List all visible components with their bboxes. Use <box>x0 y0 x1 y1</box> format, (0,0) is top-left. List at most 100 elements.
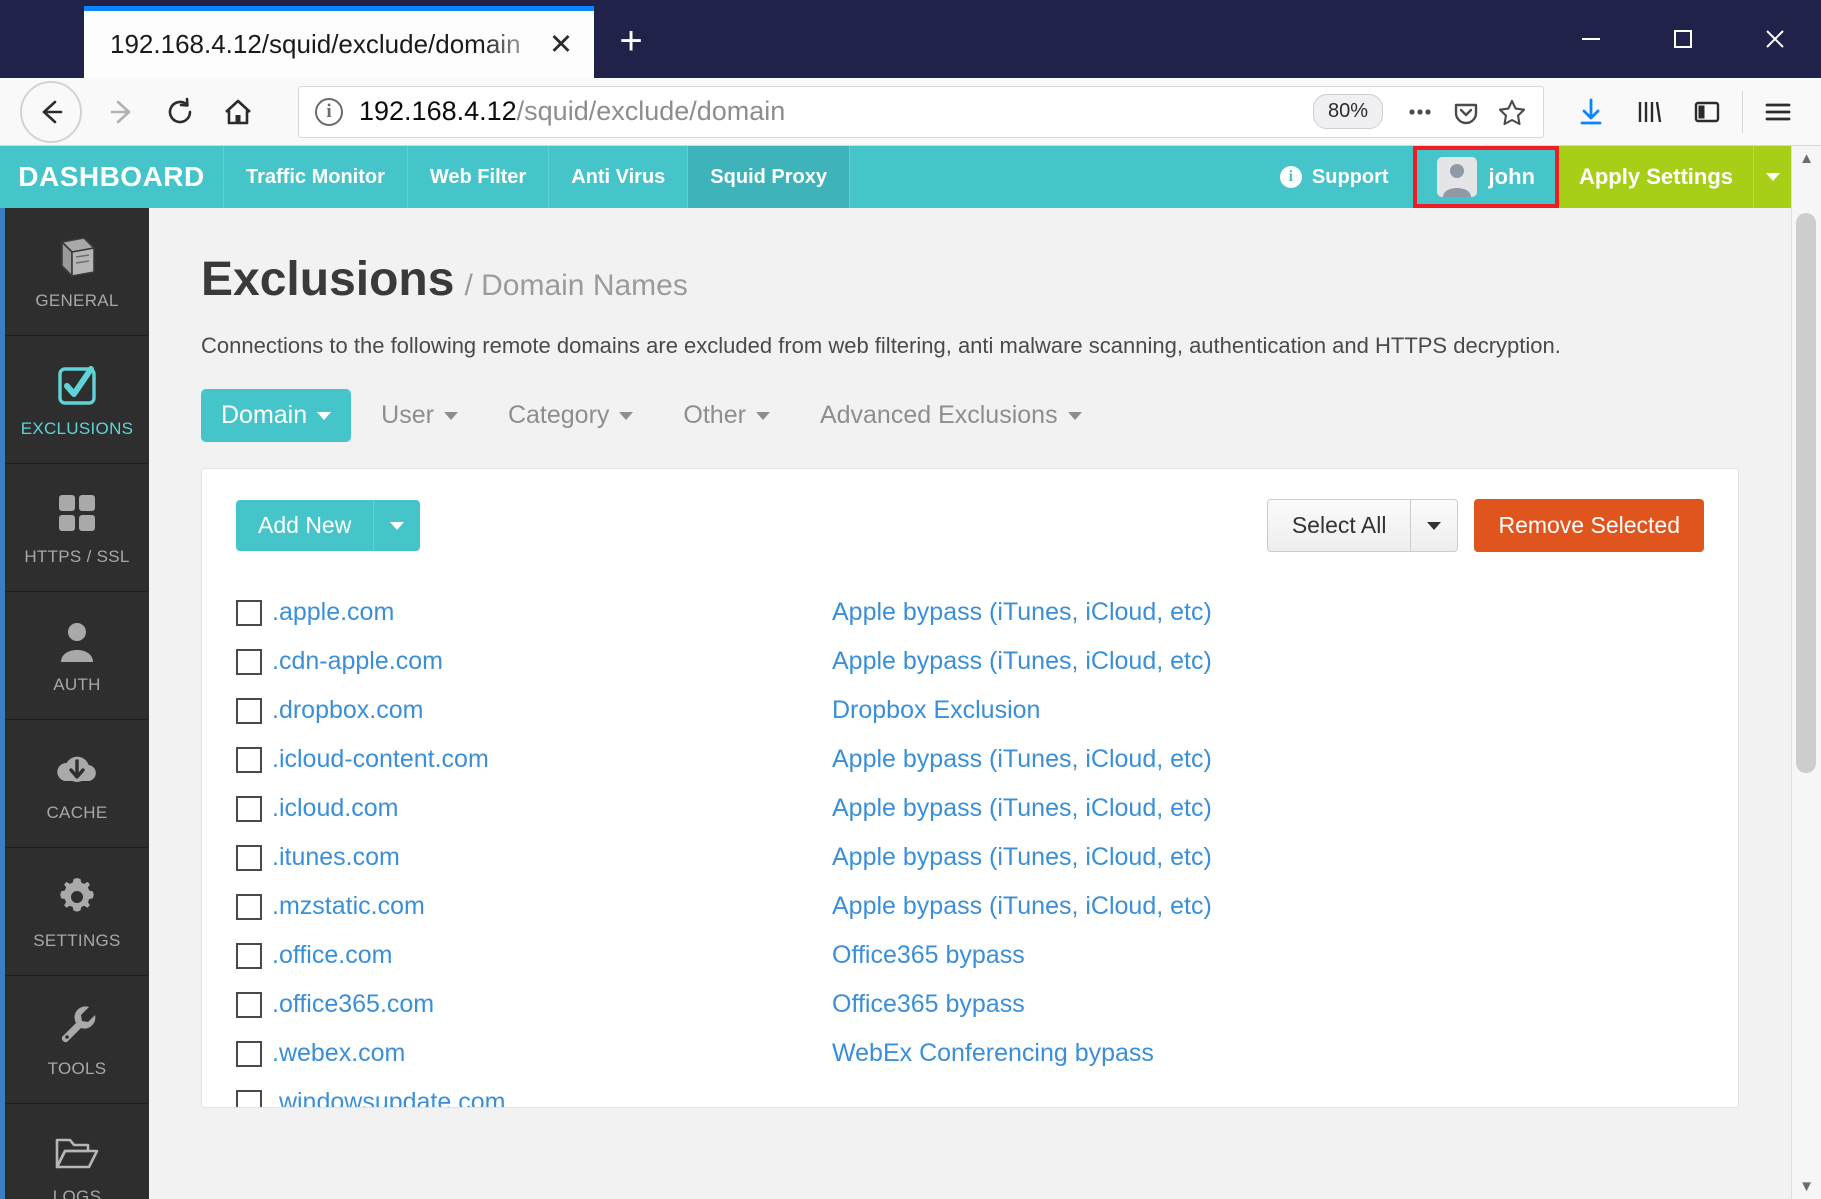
scrollbar-track[interactable] <box>1792 167 1821 1178</box>
hamburger-menu-icon[interactable] <box>1749 86 1807 138</box>
table-row: .apple.com Apple bypass (iTunes, iCloud, … <box>236 588 1704 637</box>
tab-domain[interactable]: Domain <box>201 389 352 442</box>
row-checkbox[interactable] <box>236 991 262 1018</box>
back-button-icon[interactable] <box>20 80 82 143</box>
nav-squid-proxy[interactable]: Squid Proxy <box>688 146 850 208</box>
site-info-icon[interactable]: i <box>315 97 343 126</box>
sidebar-item-settings[interactable]: SETTINGS <box>5 848 149 976</box>
row-checkbox[interactable] <box>236 844 262 871</box>
tab-advanced-exclusions[interactable]: Advanced Exclusions <box>800 389 1102 442</box>
row-domain-link[interactable]: .icloud.com <box>272 794 832 823</box>
user-menu[interactable]: john <box>1412 146 1559 208</box>
row-domain-link[interactable]: .windowsupdate.com <box>272 1088 832 1107</box>
row-description-link[interactable]: Apple bypass (iTunes, iCloud, etc) <box>832 647 1212 676</box>
row-domain-link[interactable]: .dropbox.com <box>272 696 832 725</box>
app-top-nav: DASHBOARD Traffic Monitor Web Filter Ant… <box>0 146 1791 208</box>
row-domain-link[interactable]: .itunes.com <box>272 843 832 872</box>
select-all-chevron-down-icon[interactable] <box>1411 499 1459 552</box>
support-link[interactable]: i Support <box>1256 146 1413 208</box>
row-domain-link[interactable]: .mzstatic.com <box>272 892 832 921</box>
row-domain-link[interactable]: .office.com <box>272 941 832 970</box>
browser-tab[interactable]: 192.168.4.12/squid/exclude/domain ✕ <box>84 6 594 78</box>
gear-icon <box>56 873 98 921</box>
sidebar-item-logs[interactable]: LOGS <box>5 1104 149 1199</box>
sidebar-item-tools[interactable]: TOOLS <box>5 976 149 1104</box>
row-description-link[interactable]: Apple bypass (iTunes, iCloud, etc) <box>832 843 1212 872</box>
row-description-link[interactable]: Apple bypass (iTunes, iCloud, etc) <box>832 745 1212 774</box>
row-domain-link[interactable]: .webex.com <box>272 1039 832 1068</box>
row-description-link[interactable]: Apple bypass (iTunes, iCloud, etc) <box>832 598 1212 627</box>
row-description-link[interactable]: Apple bypass (iTunes, iCloud, etc) <box>832 794 1212 823</box>
row-checkbox[interactable] <box>236 893 262 920</box>
brand-dashboard[interactable]: DASHBOARD <box>0 146 224 208</box>
library-icon[interactable] <box>1620 86 1678 138</box>
tab-other[interactable]: Other <box>663 389 790 442</box>
sidebar-item-cache[interactable]: CACHE <box>5 720 149 848</box>
page-heading: Exclusions / Domain Names <box>201 252 1739 307</box>
zoom-level-badge[interactable]: 80% <box>1312 94 1383 129</box>
new-tab-button[interactable]: + <box>600 10 662 72</box>
scrollbar-thumb[interactable] <box>1796 213 1816 773</box>
row-description-link[interactable]: Dropbox Exclusion <box>832 696 1040 725</box>
window-controls <box>1545 0 1821 78</box>
sidebar-label-settings: SETTINGS <box>33 930 121 950</box>
sidebar-label-auth: AUTH <box>53 674 101 694</box>
nav-anti-virus[interactable]: Anti Virus <box>549 146 689 208</box>
sidebar-item-https-ssl[interactable]: HTTPS / SSL <box>5 464 149 592</box>
sidebar-item-general[interactable]: GENERAL <box>5 208 149 336</box>
tab-category[interactable]: Category <box>488 389 653 442</box>
panel-toolbar: Add New Select All Remove Selected <box>236 499 1704 552</box>
tab-user-label: User <box>381 401 434 429</box>
row-description-link[interactable]: Office365 bypass <box>832 990 1025 1019</box>
forward-button-icon[interactable] <box>96 86 148 138</box>
sidebar-item-exclusions[interactable]: EXCLUSIONS <box>5 336 149 464</box>
reload-button-icon[interactable] <box>154 86 206 138</box>
chevron-down-icon <box>317 411 332 420</box>
row-domain-link[interactable]: .cdn-apple.com <box>272 647 832 676</box>
row-checkbox[interactable] <box>236 1089 262 1107</box>
maximize-icon[interactable] <box>1637 0 1729 78</box>
scroll-down-icon[interactable]: ▼ <box>1799 1178 1814 1195</box>
row-domain-link[interactable]: .icloud-content.com <box>272 745 832 774</box>
row-checkbox[interactable] <box>236 795 262 822</box>
select-all-button[interactable]: Select All <box>1266 499 1412 552</box>
tab-close-icon[interactable]: ✕ <box>542 26 580 64</box>
sidebar-item-auth[interactable]: AUTH <box>5 592 149 720</box>
row-description-link[interactable]: Office365 bypass <box>832 941 1025 970</box>
row-checkbox[interactable] <box>236 746 262 773</box>
table-row: .cdn-apple.com Apple bypass (iTunes, iClo… <box>236 637 1704 686</box>
pocket-icon[interactable] <box>1443 89 1489 135</box>
tab-user[interactable]: User <box>361 389 478 442</box>
grid-squares-icon <box>56 489 98 537</box>
nav-traffic-monitor[interactable]: Traffic Monitor <box>224 146 408 208</box>
row-checkbox[interactable] <box>236 942 262 969</box>
add-new-button[interactable]: Add New <box>236 500 374 551</box>
minimize-icon[interactable] <box>1545 0 1637 78</box>
row-domain-link[interactable]: .apple.com <box>272 598 832 627</box>
close-icon[interactable] <box>1729 0 1821 78</box>
apply-settings-button[interactable]: Apply Settings <box>1558 146 1753 208</box>
page-scrollbar[interactable]: ▲ ▼ <box>1791 146 1821 1199</box>
bookmark-star-icon[interactable] <box>1489 89 1535 135</box>
sidebar-toggle-icon[interactable] <box>1678 86 1736 138</box>
row-checkbox[interactable] <box>236 697 262 724</box>
row-checkbox[interactable] <box>236 599 262 626</box>
row-description-link[interactable]: Apple bypass (iTunes, iCloud, etc) <box>832 892 1212 921</box>
page-actions-icon[interactable] <box>1397 89 1443 135</box>
downloads-icon[interactable] <box>1562 86 1620 138</box>
row-description-link[interactable]: WebEx Conferencing bypass <box>832 1039 1154 1068</box>
apply-settings-chevron-down-icon[interactable] <box>1753 146 1791 208</box>
filter-tabs: Domain User Category Other Advanced Excl… <box>201 389 1739 442</box>
home-button-icon[interactable] <box>212 86 264 138</box>
url-bar[interactable]: i 192.168.4.12/squid/exclude/domain 80% <box>298 85 1544 138</box>
row-checkbox[interactable] <box>236 1040 262 1067</box>
nav-web-filter[interactable]: Web Filter <box>408 146 550 208</box>
row-domain-link[interactable]: .office365.com <box>272 990 832 1019</box>
remove-selected-button[interactable]: Remove Selected <box>1474 499 1704 552</box>
page-viewport: DASHBOARD Traffic Monitor Web Filter Ant… <box>0 146 1821 1199</box>
page-title: Exclusions <box>201 253 455 306</box>
add-new-chevron-down-icon[interactable] <box>373 500 421 551</box>
row-checkbox[interactable] <box>236 648 262 675</box>
scroll-up-icon[interactable]: ▲ <box>1799 150 1814 167</box>
exclusions-list: .apple.com Apple bypass (iTunes, iCloud, … <box>236 588 1704 1107</box>
